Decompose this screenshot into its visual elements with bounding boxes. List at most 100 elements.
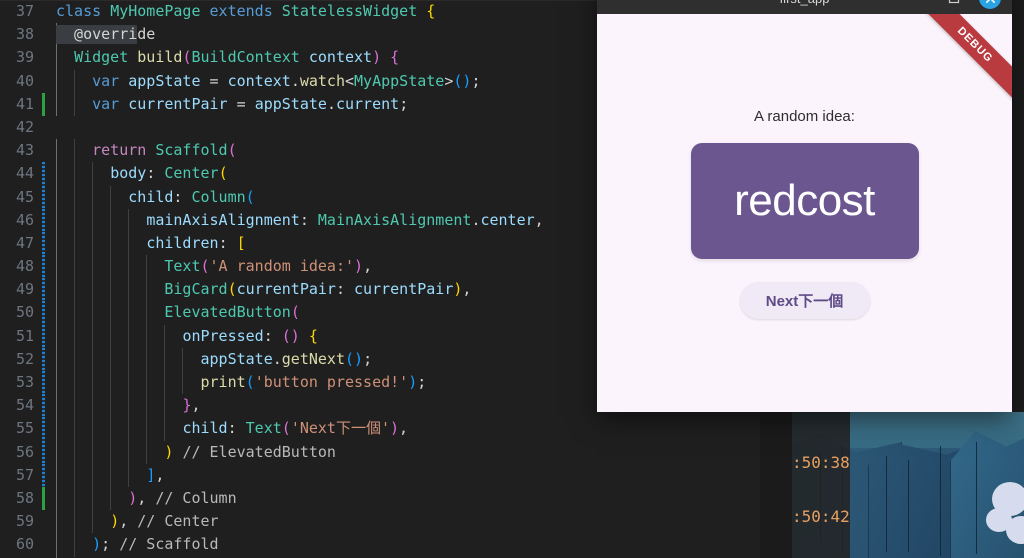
code-line[interactable]: 56 ) // ElevatedButton (0, 440, 598, 464)
code-line[interactable]: 57 ], (0, 463, 598, 487)
code-line-text: class MyHomePage extends StatelessWidget… (56, 0, 435, 23)
code-line[interactable]: 51 onPressed: () { (0, 324, 598, 348)
gutter-change-marker-modified[interactable] (42, 463, 45, 487)
gutter-change-marker-modified[interactable] (42, 417, 45, 441)
code-token: ( (227, 141, 237, 160)
code-line[interactable]: 40 var appState = context.watch<MyAppSta… (0, 69, 598, 93)
code-line[interactable]: 60 ); // Scaffold (0, 533, 598, 557)
code-line[interactable]: 39 Widget build(BuildContext context) { (0, 46, 598, 70)
code-token: : (299, 210, 318, 229)
code-line[interactable]: 48 Text('A random idea:'), (0, 255, 598, 279)
wallpaper-crack (886, 456, 887, 552)
code-line[interactable]: 55 child: Text('Next下一個'), (0, 417, 598, 441)
next-button[interactable]: Next下一個 (739, 281, 870, 319)
flutter-app-window[interactable]: first_app (597, 0, 1012, 412)
screen: :50:38 :50:42 37 class MyHomePage extends… (0, 0, 1024, 558)
code-line[interactable]: 50 ElevatedButton( (0, 301, 598, 325)
code-token: getNext (281, 349, 345, 368)
code-token: Center (164, 164, 219, 183)
wallpaper-crack (940, 446, 941, 556)
gutter-change-marker-added[interactable] (42, 486, 45, 511)
code-token: ( (245, 373, 255, 391)
maximize-button[interactable] (936, 0, 972, 13)
code-line[interactable]: 52 appState.getNext(); (0, 347, 598, 371)
code-line[interactable]: 59 ), // Center (0, 510, 598, 534)
line-number: 53 (15, 373, 34, 391)
line-number: 38 (15, 25, 34, 44)
code-line[interactable]: 45 child: Column( (0, 185, 598, 209)
gutter-change-marker-modified[interactable] (42, 394, 45, 418)
code-token: . (290, 71, 300, 90)
code-line-text: ) // ElevatedButton (56, 441, 336, 464)
code-line[interactable]: 41 var currentPair = appState.current; (0, 92, 598, 116)
line-number: 59 (15, 512, 34, 531)
code-token: ) (128, 488, 138, 507)
code-token: center (480, 210, 535, 229)
gutter-change-marker-modified[interactable] (42, 371, 45, 395)
window-titlebar[interactable]: first_app (597, 0, 1012, 14)
code-token: Text (164, 257, 201, 276)
code-token: MyAppState (354, 71, 445, 90)
code-editor[interactable]: 37 class MyHomePage extends StatelessWidg… (0, 0, 598, 558)
gutter-change-marker-modified[interactable] (42, 255, 45, 279)
code-line[interactable]: 58 ), // Column (0, 486, 598, 511)
app-center-column: A random idea: redcost Next下一個 (597, 14, 1012, 412)
gutter-change-marker-added[interactable] (42, 92, 45, 116)
code-line[interactable]: 43 return Scaffold( (0, 139, 598, 163)
code-token: Widget (74, 48, 129, 67)
terminal-overlay[interactable]: :50:38 :50:42 (792, 412, 850, 558)
gutter-change-marker-modified[interactable] (42, 231, 45, 256)
gutter-change-marker-modified[interactable] (42, 324, 45, 348)
code-line[interactable]: 37 class MyHomePage extends StatelessWidg… (0, 0, 598, 23)
gutter-change-marker-modified[interactable] (42, 208, 45, 232)
code-token: 'button pressed!' (254, 373, 409, 391)
code-line-text: Widget build(BuildContext context) { (56, 46, 399, 69)
gutter-change-marker-modified[interactable] (42, 185, 45, 209)
minimize-button[interactable] (900, 0, 936, 13)
code-line-text: child: Text('Next下一個'), (56, 417, 408, 440)
code-line[interactable]: 46 mainAxisAlignment: MainAxisAlignment.… (0, 208, 598, 232)
terminal-timestamp: :50:38 (792, 453, 850, 472)
code-lines-container[interactable]: 37 class MyHomePage extends StatelessWidg… (0, 0, 598, 558)
gutter-change-marker-modified[interactable] (42, 162, 45, 186)
close-icon (979, 0, 1001, 9)
gutter-change-marker-modified[interactable] (42, 301, 45, 325)
code-line[interactable]: 42 (0, 116, 598, 139)
code-line[interactable]: 49 BigCard(currentPair: currentPair), (0, 278, 598, 302)
code-line[interactable]: 54 }, (0, 394, 598, 418)
line-number: 44 (15, 164, 34, 183)
code-token: ( (227, 280, 237, 299)
code-token: , (399, 419, 409, 438)
code-line-text: return Scaffold( (56, 139, 237, 162)
window-title: first_app (780, 0, 830, 6)
close-button[interactable] (972, 0, 1008, 13)
code-line-text: }, (56, 394, 200, 417)
code-line[interactable]: 44 body: Center( (0, 162, 598, 186)
code-line[interactable]: 38 @override (0, 23, 598, 47)
code-token: 'A random idea:' (209, 257, 355, 276)
code-line[interactable]: 47 children: [ (0, 231, 598, 256)
code-token: : (227, 419, 246, 438)
gutter-change-marker-modified[interactable] (42, 278, 45, 302)
gutter-change-marker-modified[interactable] (42, 440, 45, 464)
code-token: , (462, 280, 472, 299)
code-line[interactable]: 53 print('button pressed!'); (0, 371, 598, 395)
code-token: MyHomePage (110, 2, 201, 20)
terminal-timestamp: :50:42 (792, 507, 850, 526)
code-token: return (92, 141, 147, 160)
code-token: print (200, 373, 246, 391)
code-token: body (110, 164, 147, 183)
code-token: appState (254, 94, 327, 113)
window-controls (900, 0, 1008, 14)
code-token: Column (191, 187, 246, 206)
gutter-change-marker-modified[interactable] (42, 347, 45, 371)
